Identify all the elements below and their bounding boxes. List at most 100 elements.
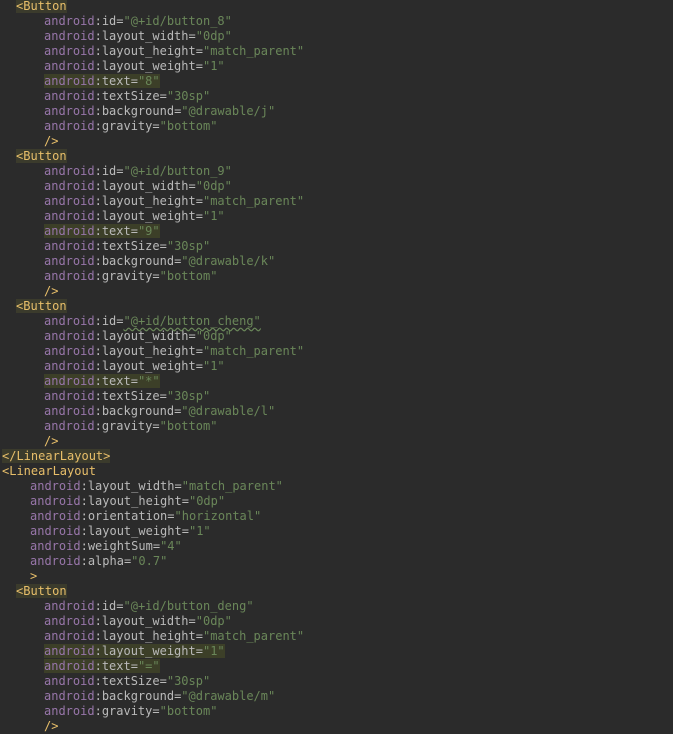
- code-line[interactable]: android:layout_width="0dp": [44, 29, 232, 44]
- attribute-value: "match_parent": [202, 629, 305, 643]
- code-line[interactable]: >: [30, 569, 37, 584]
- attribute-value: "0dp": [195, 614, 232, 628]
- code-line[interactable]: />: [44, 284, 58, 299]
- attribute-namespace: android: [30, 509, 81, 523]
- code-line[interactable]: android:background="@drawable/l": [44, 404, 275, 419]
- code-line[interactable]: <LinearLayout: [2, 464, 96, 479]
- attribute-value: "bottom": [159, 704, 218, 718]
- code-line[interactable]: android:layout_weight="1": [44, 59, 225, 74]
- attribute-name: gravity: [101, 419, 153, 433]
- attribute-namespace: android: [44, 44, 95, 58]
- code-line[interactable]: />: [44, 134, 58, 149]
- attribute-namespace: android: [30, 539, 81, 553]
- attribute-namespace: android: [44, 629, 95, 643]
- attribute-value: "horizontal": [174, 509, 262, 523]
- attribute-name: id: [101, 14, 117, 28]
- code-line[interactable]: android:background="@drawable/m": [44, 689, 275, 704]
- code-line[interactable]: />: [44, 434, 58, 449]
- code-line[interactable]: android:layout_width="match_parent": [30, 479, 283, 494]
- code-line[interactable]: android:layout_width="0dp": [44, 614, 232, 629]
- attribute-name: textSize: [101, 389, 160, 403]
- code-line[interactable]: android:gravity="bottom": [44, 119, 217, 134]
- code-line[interactable]: android:orientation="horizontal": [30, 509, 261, 524]
- attribute-name: background: [101, 689, 175, 703]
- attribute-value: "30sp": [166, 389, 211, 403]
- attribute-namespace: android: [30, 494, 81, 508]
- attribute-name: text: [101, 74, 131, 88]
- code-line[interactable]: <Button: [16, 299, 67, 314]
- code-line[interactable]: android:background="@drawable/j": [44, 104, 275, 119]
- attribute-value: "match_parent": [181, 479, 283, 493]
- code-line[interactable]: android:text="*": [44, 374, 160, 389]
- attribute-value: "=": [137, 659, 160, 673]
- code-line[interactable]: android:layout_width="0dp": [44, 179, 232, 194]
- attribute-namespace: android: [44, 74, 95, 88]
- attribute-value: "*": [137, 374, 160, 388]
- code-line[interactable]: android:gravity="bottom": [44, 269, 217, 284]
- attribute-name: layout_height: [101, 629, 196, 643]
- attribute-name: layout_weight: [101, 59, 196, 73]
- code-line[interactable]: android:textSize="30sp": [44, 239, 210, 254]
- code-line[interactable]: <Button: [16, 0, 67, 14]
- code-line[interactable]: android:textSize="30sp": [44, 89, 210, 104]
- attribute-name: layout_width: [87, 479, 175, 493]
- attribute-namespace: android: [44, 689, 95, 703]
- attribute-namespace: android: [44, 59, 95, 73]
- code-line[interactable]: android:id="@+id/button_deng": [44, 599, 254, 614]
- code-line[interactable]: android:layout_weight="1": [30, 524, 211, 539]
- attribute-value: "bottom": [159, 119, 218, 133]
- attribute-value: "8": [137, 74, 160, 88]
- attribute-value: "bottom": [159, 419, 218, 433]
- code-line[interactable]: android:layout_weight="1": [44, 644, 225, 659]
- code-line[interactable]: android:gravity="bottom": [44, 704, 217, 719]
- attribute-namespace: android: [30, 479, 81, 493]
- attribute-namespace: android: [44, 194, 95, 208]
- code-editor[interactable]: <Button android:id="@+id/button_8" android…: [0, 0, 673, 733]
- attribute-namespace: android: [44, 614, 95, 628]
- code-line[interactable]: android:layout_height="match_parent": [44, 194, 304, 209]
- code-line[interactable]: android:layout_weight="1": [44, 209, 225, 224]
- attribute-value: "1": [202, 209, 225, 223]
- code-line[interactable]: android:background="@drawable/k": [44, 254, 275, 269]
- xml-tag: />: [44, 719, 59, 733]
- code-line[interactable]: <Button: [16, 584, 67, 599]
- attribute-namespace: android: [44, 224, 95, 238]
- code-line[interactable]: android:id="@+id/button_cheng": [44, 314, 261, 329]
- code-line[interactable]: android:alpha="0.7": [30, 554, 167, 569]
- attribute-value: "1": [202, 59, 225, 73]
- attribute-value: "0dp": [195, 29, 232, 43]
- code-line[interactable]: android:text="8": [44, 74, 160, 89]
- code-line[interactable]: android:layout_height="match_parent": [44, 44, 304, 59]
- code-line[interactable]: android:gravity="bottom": [44, 419, 217, 434]
- attribute-value: "1": [202, 359, 225, 373]
- code-line[interactable]: android:layout_height="0dp": [30, 494, 225, 509]
- code-line[interactable]: android:id="@+id/button_8": [44, 14, 232, 29]
- attribute-namespace: android: [44, 404, 95, 418]
- attribute-value: "@drawable/j": [181, 104, 276, 118]
- attribute-name: layout_width: [101, 29, 189, 43]
- code-line[interactable]: android:layout_width="0dp": [44, 329, 232, 344]
- code-line[interactable]: android:text="=": [44, 659, 160, 674]
- xml-tag: />: [44, 434, 59, 448]
- attribute-name: layout_height: [101, 194, 196, 208]
- attribute-name: textSize: [101, 674, 160, 688]
- attribute-name: layout_width: [101, 614, 189, 628]
- code-line[interactable]: <Button: [16, 149, 67, 164]
- xml-tag: <Button: [16, 299, 67, 313]
- code-line[interactable]: android:layout_weight="1": [44, 359, 225, 374]
- code-line[interactable]: android:textSize="30sp": [44, 389, 210, 404]
- attribute-value: "30sp": [166, 89, 211, 103]
- code-line[interactable]: android:id="@+id/button_9": [44, 164, 232, 179]
- attribute-namespace: android: [30, 554, 81, 568]
- code-line[interactable]: android:textSize="30sp": [44, 674, 210, 689]
- attribute-name: layout_width: [101, 179, 189, 193]
- code-line[interactable]: android:weightSum="4": [30, 539, 182, 554]
- code-line[interactable]: </LinearLayout>: [2, 449, 111, 464]
- code-line[interactable]: android:layout_height="match_parent": [44, 344, 304, 359]
- attribute-value: "@drawable/m": [181, 689, 276, 703]
- attribute-value: "match_parent": [202, 344, 305, 358]
- attribute-name: alpha: [87, 554, 124, 568]
- code-line[interactable]: android:layout_height="match_parent": [44, 629, 304, 644]
- code-line[interactable]: android:text="9": [44, 224, 160, 239]
- attribute-namespace: android: [44, 314, 95, 328]
